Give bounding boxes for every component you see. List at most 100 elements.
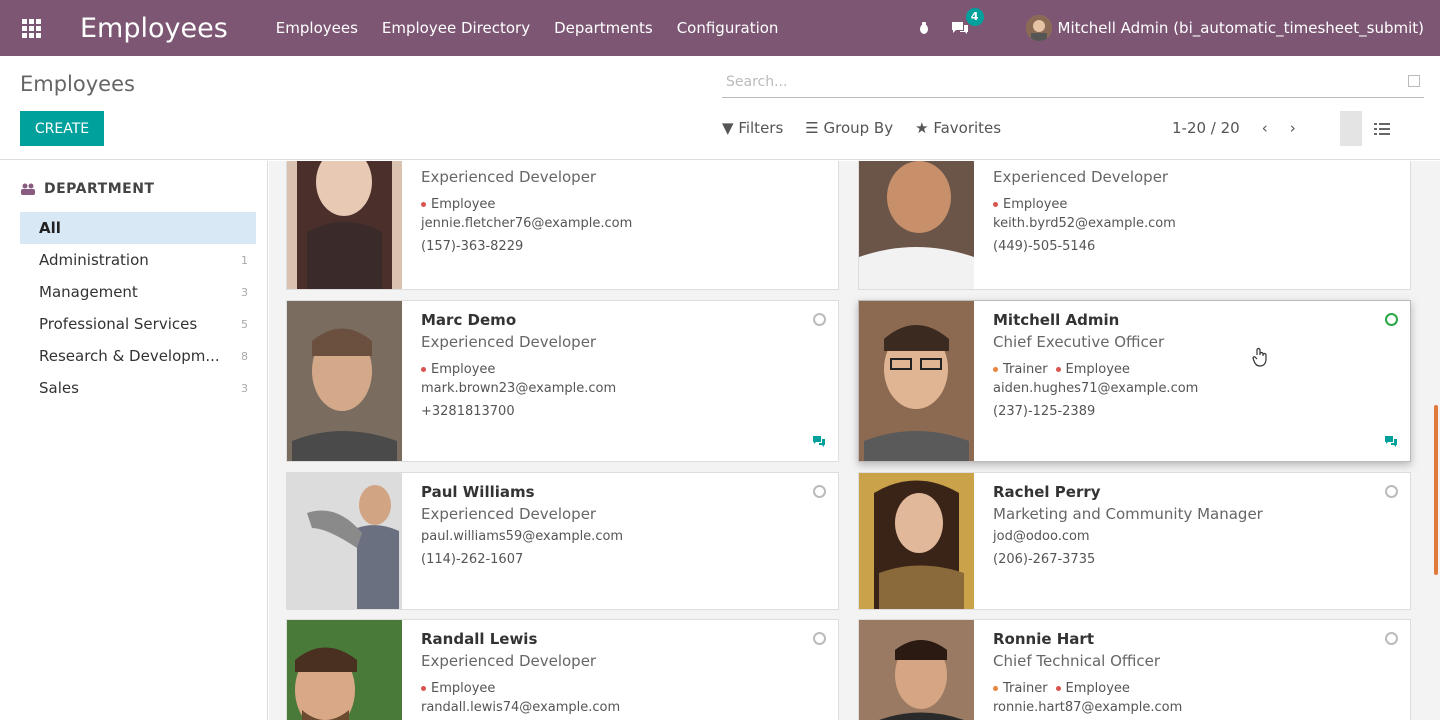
search-placeholder: Search... (726, 74, 788, 90)
filters-label: Filters (738, 119, 784, 137)
tag-employee: Employee (1055, 362, 1130, 377)
tag-trainer: Trainer (993, 681, 1048, 696)
favorites-label: Favorites (933, 119, 1002, 137)
employee-photo (287, 301, 402, 461)
pager-previous-icon[interactable]: ‹ (1262, 119, 1268, 137)
employee-name: Mitchell Admin (993, 311, 1120, 329)
tag-employee: Employee (421, 197, 495, 212)
list-view-icon[interactable] (1374, 122, 1390, 136)
search-input[interactable]: Search... (722, 68, 1424, 98)
menu-item-departments[interactable]: Departments (554, 19, 653, 37)
sidebar-item-count: 1 (241, 253, 248, 267)
employee-card[interactable]: Randall Lewis Experienced Developer Empl… (286, 619, 839, 720)
employee-tags: Employee (421, 676, 620, 700)
menu-item-configuration[interactable]: Configuration (677, 19, 779, 37)
employee-card[interactable]: Ronnie Hart Chief Technical Officer Trai… (858, 619, 1411, 720)
employee-email: keith.byrd52@example.com (993, 216, 1176, 231)
employee-card[interactable]: Mitchell Admin Chief Executive Officer T… (858, 300, 1411, 462)
tag-employee: Employee (421, 681, 495, 696)
employee-tags: Employee (421, 357, 616, 381)
tag-trainer: Trainer (993, 362, 1048, 377)
presence-status-icon (1385, 485, 1398, 498)
employee-info: Marc Demo Experienced Developer Employee… (421, 311, 616, 427)
employee-phone: (237)-125-2389 (993, 404, 1096, 419)
groupby-button[interactable]: ☰ Group By (805, 119, 893, 137)
employee-job-title: Experienced Developer (421, 168, 597, 186)
employee-job-title: Experienced Developer (421, 333, 597, 351)
pager-next-icon[interactable]: › (1290, 119, 1296, 137)
employee-card[interactable]: Marc Demo Experienced Developer Employee… (286, 300, 839, 462)
employee-phone: (114)-262-1607 (421, 552, 524, 567)
sidebar-item-label: Sales (39, 379, 79, 397)
employee-photo (287, 161, 402, 289)
employee-photo (859, 473, 974, 609)
chat-icon[interactable] (1384, 435, 1398, 447)
employee-card[interactable]: Paul Williams Experienced Developer paul… (286, 472, 839, 610)
presence-status-icon (813, 313, 826, 326)
employee-name: Marc Demo (421, 311, 517, 329)
tag-label: Trainer (1003, 361, 1048, 377)
pager: 1-20 / 20 ‹ › (1172, 119, 1296, 137)
scrollbar[interactable] (1434, 405, 1438, 575)
filters-button[interactable]: ▼ Filters (722, 119, 783, 137)
kanban-view-button[interactable] (1340, 111, 1362, 146)
sidebar-item-research-development[interactable]: Research & Developm... 8 (20, 340, 256, 372)
sidebar-item-count: 3 (241, 381, 248, 395)
sidebar-item-count: 5 (241, 317, 248, 331)
sidebar-item-professional-services[interactable]: Professional Services 5 (20, 308, 256, 340)
employee-tags: Trainer Employee (993, 676, 1182, 700)
hand-cursor-icon (1252, 347, 1267, 367)
search-options-icon[interactable] (1408, 75, 1420, 87)
employee-tags: Trainer Employee (993, 357, 1198, 381)
groupby-label: Group By (823, 119, 894, 137)
presence-status-icon (1385, 313, 1398, 326)
employee-job-title: Experienced Developer (421, 652, 597, 670)
employee-photo (287, 473, 402, 609)
pager-value[interactable]: 1-20 / 20 (1172, 119, 1240, 137)
employee-card[interactable]: Experienced Developer Employee keith.byr… (858, 161, 1411, 290)
employee-card[interactable]: Experienced Developer Employee jennie.fl… (286, 161, 839, 290)
navbar-right: 4 Mitchell Admin (bi_automatic_timesheet… (916, 0, 1424, 56)
chat-icon[interactable] (812, 435, 826, 447)
user-menu[interactable]: Mitchell Admin (bi_automatic_timesheet_s… (1025, 15, 1424, 41)
employee-phone: +3281813700 (421, 404, 515, 419)
department-sidebar: DEPARTMENT All Administration 1 Managemen… (0, 161, 268, 720)
apps-menu-button[interactable] (0, 0, 62, 56)
sidebar-item-management[interactable]: Management 3 (20, 276, 256, 308)
menu-item-employees[interactable]: Employees (276, 19, 358, 37)
tag-employee: Employee (1055, 681, 1130, 696)
tag-employee: Employee (993, 197, 1067, 212)
tag-label: Employee (431, 361, 496, 377)
menu-item-employee-directory[interactable]: Employee Directory (382, 19, 530, 37)
favorites-button[interactable]: ★ Favorites (915, 119, 1001, 137)
employee-info: Mitchell Admin Chief Executive Officer T… (993, 311, 1198, 427)
bug-icon[interactable] (916, 20, 932, 36)
employee-kanban: Experienced Developer Employee jennie.fl… (269, 161, 1440, 720)
employee-email: jennie.fletcher76@example.com (421, 216, 633, 231)
tag-employee: Employee (421, 362, 495, 377)
employee-email: ronnie.hart87@example.com (993, 700, 1183, 715)
employee-job-title: Experienced Developer (421, 505, 597, 523)
employee-photo (859, 620, 974, 720)
sidebar-item-label: Administration (39, 251, 149, 269)
avatar (1025, 15, 1052, 41)
chat-icon (951, 22, 968, 34)
presence-status-icon (813, 485, 826, 498)
employee-email: aiden.hughes71@example.com (993, 381, 1199, 396)
sidebar-item-label: Professional Services (39, 315, 198, 333)
messages-button[interactable]: 4 (950, 8, 984, 36)
sidebar-item-label: All (39, 219, 61, 237)
employee-job-title: Experienced Developer (993, 168, 1169, 186)
sidebar-item-administration[interactable]: Administration 1 (20, 244, 256, 276)
presence-status-icon (813, 632, 826, 645)
search-options: ▼ Filters ☰ Group By ★ Favorites (722, 119, 1001, 137)
sidebar-item-sales[interactable]: Sales 3 (20, 372, 256, 404)
grid-icon (21, 18, 41, 38)
sidebar-item-all[interactable]: All (20, 212, 256, 244)
employee-job-title: Chief Executive Officer (993, 333, 1165, 351)
sidebar-heading-label: DEPARTMENT (44, 181, 155, 197)
employee-name: Randall Lewis (421, 630, 538, 648)
create-button[interactable]: CREATE (20, 111, 104, 146)
employee-email: paul.williams59@example.com (421, 529, 624, 544)
employee-card[interactable]: Rachel Perry Marketing and Community Man… (858, 472, 1411, 610)
